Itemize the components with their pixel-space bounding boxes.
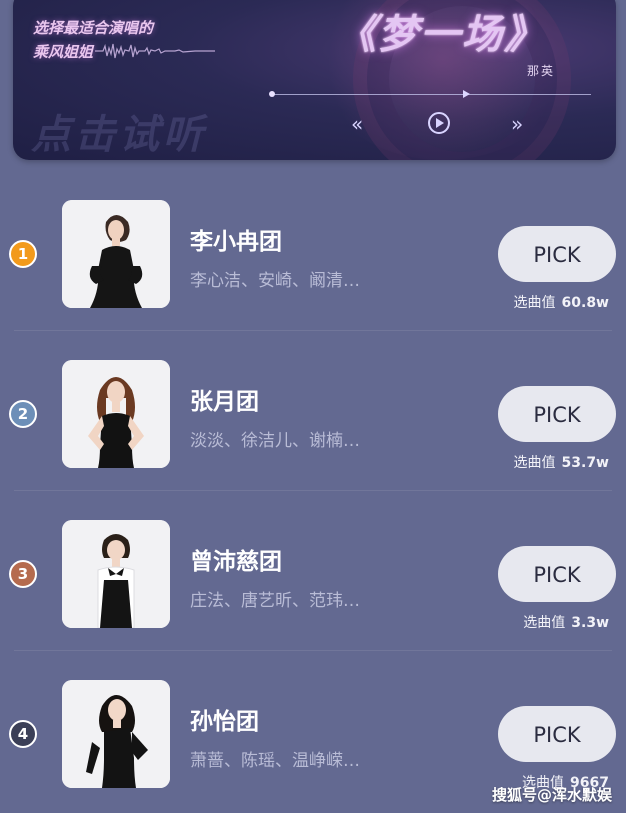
watermark: 搜狐号@浑水默娱	[491, 786, 612, 804]
score-value: 60.8w	[561, 295, 609, 311]
fast-forward-icon[interactable]: »	[511, 114, 523, 134]
rewind-icon[interactable]: «	[351, 114, 363, 134]
pick-button[interactable]: PICK	[498, 546, 616, 602]
score-label: 选曲值	[513, 295, 556, 311]
progress-handle[interactable]	[269, 91, 275, 97]
score-value: 53.7w	[561, 455, 609, 471]
divider	[14, 650, 612, 651]
rank-badge: 1	[9, 240, 37, 268]
score-text: 选曲值 3.3w	[523, 612, 609, 632]
team-name: 曾沛慈团	[190, 549, 282, 575]
team-row[interactable]: 1 李小冉团 李心洁、安崎、阚清… PICK 选曲值 60.8w	[0, 172, 626, 332]
divider	[14, 490, 612, 491]
team-members: 李心洁、安崎、阚清…	[190, 271, 360, 291]
song-title: 《梦一场》	[336, 11, 546, 58]
rank-badge: 3	[9, 560, 37, 588]
team-members: 淡淡、徐洁儿、谢楠…	[190, 431, 360, 451]
person-figure-icon	[62, 680, 170, 788]
progress-arrow-icon	[463, 90, 470, 98]
waveform-icon	[95, 43, 215, 59]
pick-button[interactable]: PICK	[498, 706, 616, 762]
pick-button[interactable]: PICK	[498, 386, 616, 442]
progress-track[interactable]	[271, 94, 591, 95]
score-label: 选曲值	[513, 455, 556, 471]
avatar	[62, 520, 170, 628]
song-banner[interactable]: 选择最适合演唱的 乘风姐姐 《梦一场》 那英 « » 点击试听	[13, 0, 616, 160]
team-name: 孙怡团	[190, 709, 259, 735]
rank-badge: 4	[9, 720, 37, 748]
person-figure-icon	[62, 360, 170, 468]
avatar	[62, 360, 170, 468]
team-members: 萧蔷、陈瑶、温峥嵘…	[190, 751, 360, 771]
pick-button[interactable]: PICK	[498, 226, 616, 282]
score-text: 选曲值 53.7w	[514, 452, 609, 472]
score-text: 选曲值 60.8w	[514, 292, 609, 312]
person-figure-icon	[62, 520, 170, 628]
avatar	[62, 680, 170, 788]
tagline-line-1: 选择最适合演唱的	[33, 19, 154, 37]
score-value: 3.3w	[571, 615, 609, 631]
person-figure-icon	[62, 200, 170, 308]
artist-name: 那英	[527, 64, 556, 78]
play-icon[interactable]	[428, 112, 450, 134]
score-label: 选曲值	[523, 615, 566, 631]
listen-label[interactable]: 点击试听	[31, 102, 207, 160]
team-row[interactable]: 2 张月团 淡淡、徐洁儿、谢楠… PICK 选曲值 53.7w	[0, 332, 626, 492]
team-name: 李小冉团	[190, 229, 282, 255]
divider	[14, 330, 612, 331]
team-name: 张月团	[190, 389, 259, 415]
rank-badge: 2	[9, 400, 37, 428]
team-members: 庄法、唐艺昕、范玮…	[190, 591, 360, 611]
avatar	[62, 200, 170, 308]
team-row[interactable]: 3 曾沛慈团 庄法、唐艺昕、范玮… PICK 选曲值 3.3w	[0, 492, 626, 652]
